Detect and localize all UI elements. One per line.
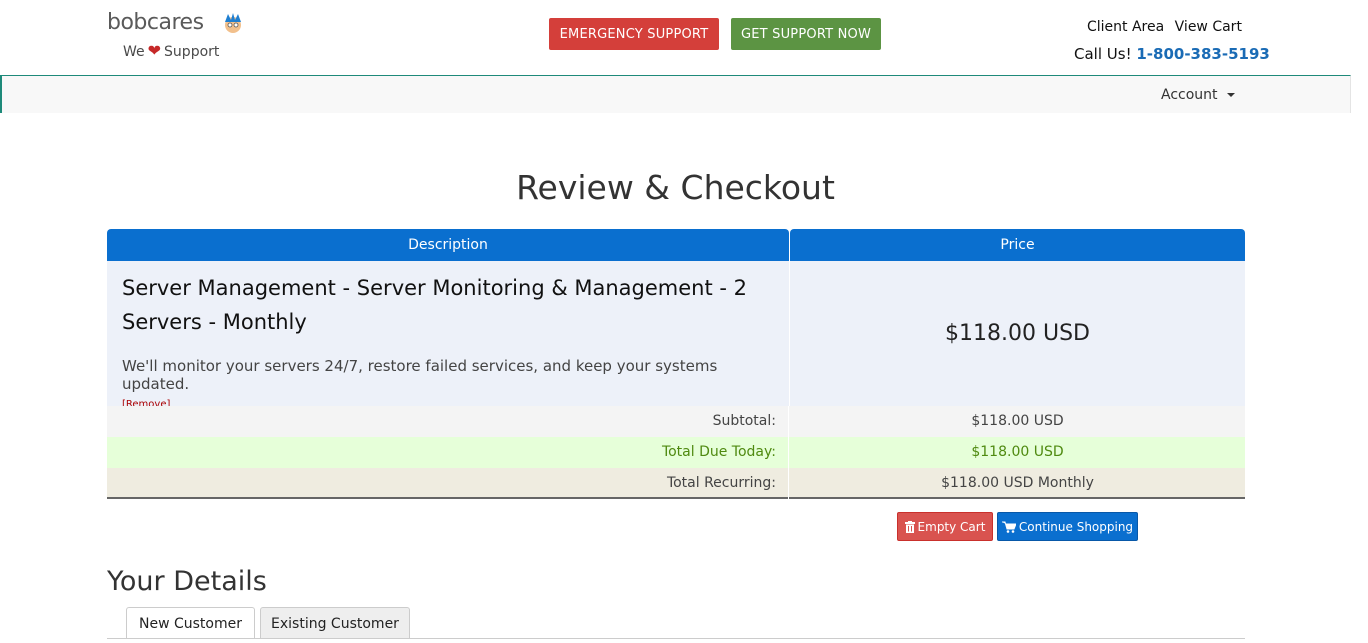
account-dropdown[interactable]: Account — [1161, 87, 1235, 103]
tagline-we: We — [123, 44, 145, 60]
trash-icon — [904, 520, 915, 533]
price-header: Price — [790, 229, 1245, 261]
subtotal-row: Subtotal: $118.00 USD — [107, 406, 1245, 437]
get-support-now-button[interactable]: GET SUPPORT NOW — [731, 18, 881, 50]
cart-item-price: $118.00 USD — [790, 261, 1245, 406]
item-name: Server Management - Server Monitoring & … — [122, 276, 747, 334]
heart-icon: ❤ — [147, 41, 162, 60]
mascot-icon — [225, 13, 241, 33]
continue-shopping-label: Continue Shopping — [1018, 519, 1134, 534]
tab-new-customer[interactable]: New Customer — [126, 607, 255, 639]
phone-link[interactable]: 1-800-383-5193 — [1136, 45, 1269, 63]
cart-item-description: Server Management - Server Monitoring & … — [107, 261, 789, 410]
continue-shopping-button[interactable]: Continue Shopping — [997, 512, 1138, 541]
page-title: Review & Checkout — [516, 168, 835, 207]
your-details-heading: Your Details — [107, 566, 267, 597]
top-links: Client Area View Cart — [1087, 19, 1248, 35]
subtotal-value: $118.00 USD — [971, 413, 1064, 429]
total-due-label: Total Due Today: — [107, 437, 789, 468]
logo-tagline: We ❤ Support — [123, 41, 219, 60]
site-header: bobcares We ❤ Support EMERGENCY SUPPORT GE… — [0, 0, 1368, 75]
logo-text: bobcares — [107, 10, 204, 35]
cart-icon — [1001, 521, 1017, 533]
view-cart-link[interactable]: View Cart — [1175, 19, 1242, 35]
call-us-label: Call Us! — [1074, 45, 1132, 63]
item-blurb: We'll monitor your servers 24/7, restore… — [122, 357, 718, 393]
recurring-label: Total Recurring: — [107, 468, 789, 499]
logo[interactable]: bobcares We ❤ Support — [107, 10, 247, 62]
total-due-value: $118.00 USD — [971, 444, 1064, 460]
recurring-value: $118.00 USD Monthly — [941, 475, 1094, 491]
call-us: Call Us! 1-800-383-5193 — [1074, 45, 1270, 63]
tab-divider — [107, 638, 1245, 639]
client-area-link[interactable]: Client Area — [1087, 19, 1164, 35]
tagline-support: Support — [164, 44, 220, 60]
total-due-row: Total Due Today: $118.00 USD — [107, 437, 1245, 468]
tab-existing-customer[interactable]: Existing Customer — [260, 607, 410, 639]
description-header: Description — [107, 229, 789, 261]
empty-cart-label: Empty Cart — [917, 519, 986, 534]
emergency-support-button[interactable]: EMERGENCY SUPPORT — [549, 18, 719, 50]
subtotal-label: Subtotal: — [107, 406, 789, 437]
recurring-row: Total Recurring: $118.00 USD Monthly — [107, 468, 1245, 499]
navbar: Account — [0, 75, 1351, 113]
empty-cart-button[interactable]: Empty Cart — [897, 512, 993, 541]
caret-down-icon — [1226, 93, 1235, 97]
account-label: Account — [1161, 87, 1218, 103]
